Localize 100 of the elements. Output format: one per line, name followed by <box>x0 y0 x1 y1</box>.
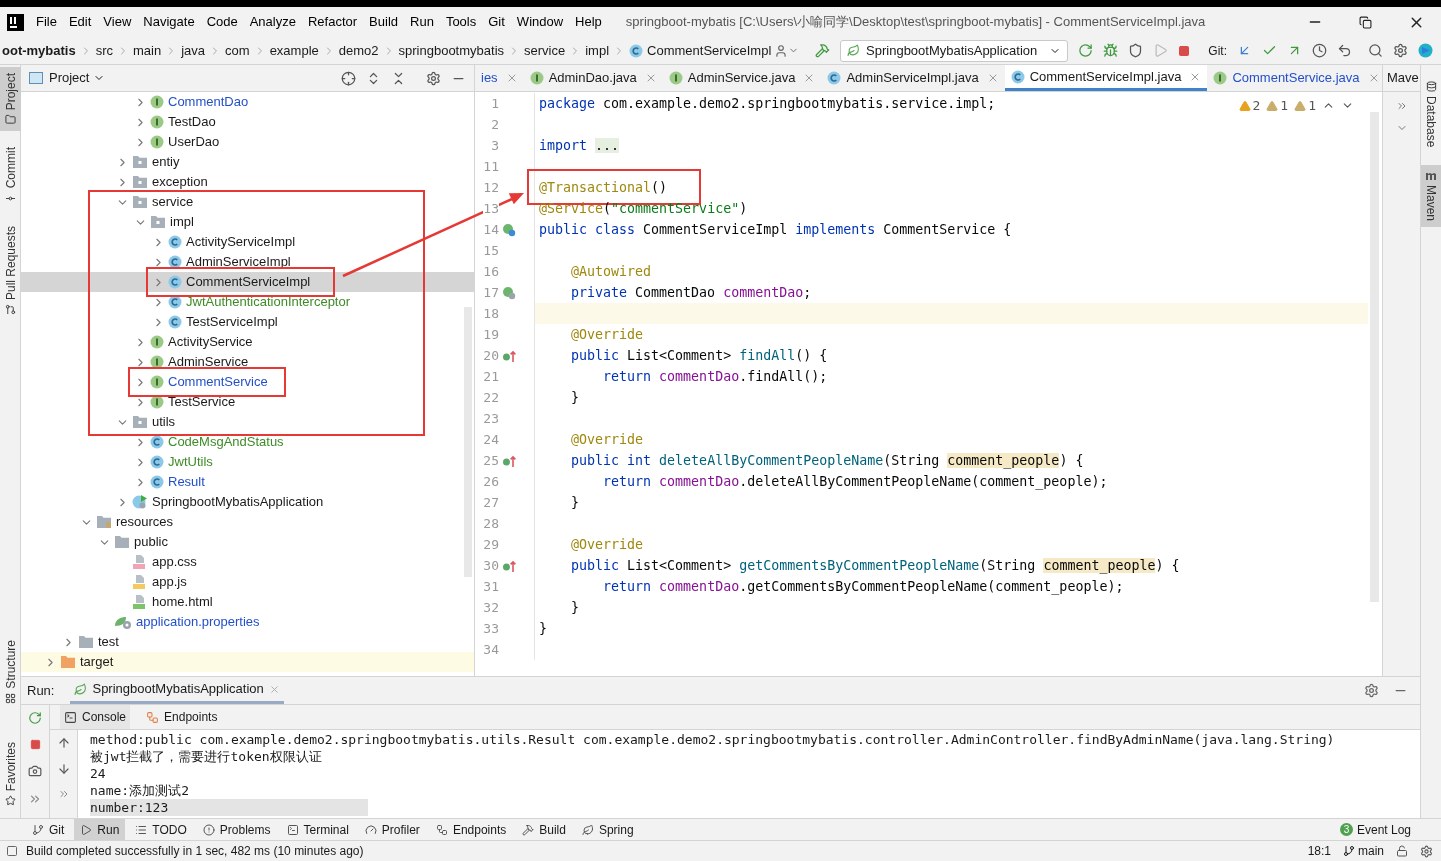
bug-icon[interactable] <box>1103 43 1119 58</box>
tree-item[interactable]: application.properties <box>21 612 474 632</box>
breadcrumb[interactable]: impl <box>583 40 612 61</box>
tool-tab[interactable]: Run <box>74 819 126 840</box>
panel-title[interactable]: Project <box>49 68 106 88</box>
editor-tab[interactable]: CommentServiceImpl.java <box>1004 65 1208 91</box>
breadcrumb[interactable]: com <box>223 40 252 61</box>
tree-item[interactable]: home.html <box>21 592 474 612</box>
console-tab[interactable]: Endpoints <box>142 705 222 729</box>
unlock-icon[interactable] <box>1396 845 1408 857</box>
menu-item[interactable]: Run <box>404 12 440 32</box>
editor-tab[interactable]: AdminServiceImpl.java <box>821 65 1005 91</box>
caret-position[interactable]: 18:1 <box>1307 842 1331 860</box>
tree-item[interactable]: AdminService <box>21 352 474 372</box>
branch-widget[interactable]: main <box>1343 842 1384 860</box>
tool-tab[interactable]: Git <box>26 819 71 840</box>
settings-icon[interactable] <box>1364 683 1379 698</box>
editor-tab[interactable]: AdminService.java <box>662 65 822 91</box>
tree-item[interactable]: CodeMsgAndStatus <box>21 432 474 452</box>
search-icon[interactable] <box>1368 43 1383 58</box>
menu-item[interactable]: File <box>30 12 63 32</box>
tree-item[interactable]: public <box>21 532 474 552</box>
menu-item[interactable]: Code <box>200 12 244 32</box>
tree-item[interactable]: UserDao <box>21 132 474 152</box>
tree-item[interactable]: SpringbootMybatisApplication <box>21 492 474 512</box>
tool-tab[interactable]: Build <box>516 819 572 840</box>
breadcrumb[interactable]: springbootmybatis <box>396 40 506 61</box>
breadcrumb[interactable]: java <box>179 40 208 61</box>
menu-item[interactable]: Build <box>363 12 404 32</box>
shield-icon[interactable] <box>1128 43 1144 58</box>
inspection-count[interactable]: 2 <box>1238 96 1261 116</box>
more-icon[interactable] <box>28 792 42 806</box>
breadcrumb[interactable]: src <box>93 40 115 61</box>
tool-window-button[interactable]: Commit <box>0 141 21 210</box>
override-icon[interactable] <box>502 348 516 363</box>
tree-item[interactable]: AdminServiceImpl <box>21 252 474 272</box>
inspection-count[interactable]: 1 <box>1266 96 1289 116</box>
breadcrumb[interactable]: oot-mybatis <box>0 40 78 61</box>
menu-item[interactable]: Help <box>569 12 608 32</box>
breadcrumb[interactable]: service <box>522 40 568 61</box>
settings-icon[interactable] <box>1393 43 1408 58</box>
tree-item[interactable]: Result <box>21 472 474 492</box>
locate-icon[interactable] <box>341 70 356 86</box>
tool-window-button[interactable]: Database <box>1421 75 1441 154</box>
settings-icon[interactable] <box>426 70 441 86</box>
run-configuration-dropdown[interactable]: SpringbootMybatisApplication <box>840 39 1069 62</box>
event-log-button[interactable]: 3 Event Log <box>1339 819 1441 840</box>
tree-item[interactable]: exception <box>21 172 474 192</box>
menu-item[interactable]: Git <box>482 12 511 32</box>
editor-tab[interactable]: CommentService.java <box>1207 65 1386 91</box>
restore-icon[interactable] <box>1359 15 1372 29</box>
tool-window-button[interactable]: Maven <box>1421 165 1441 228</box>
tree-item[interactable]: resources <box>21 512 474 532</box>
tree-item[interactable]: CommentServiceImpl <box>21 272 474 292</box>
hammer-icon[interactable] <box>815 43 831 58</box>
menu-item[interactable]: Edit <box>62 12 98 32</box>
tree-item[interactable]: CommentDao <box>21 92 474 112</box>
tree-item[interactable]: test <box>21 632 474 652</box>
tool-tab[interactable]: Problems <box>196 819 277 840</box>
stop-icon[interactable] <box>1178 44 1191 57</box>
tree-item[interactable]: TestDao <box>21 112 474 132</box>
tree-item[interactable]: impl <box>21 212 474 232</box>
rerun-icon[interactable] <box>1078 43 1094 58</box>
tool-window-button[interactable]: Pull Requests <box>0 219 21 321</box>
tool-tab[interactable]: Terminal <box>280 819 355 840</box>
override-icon[interactable] <box>502 558 516 573</box>
tree-item[interactable]: TestService <box>21 392 474 412</box>
arrow-up-icon[interactable] <box>56 736 71 750</box>
tree-item[interactable]: entiy <box>21 152 474 172</box>
tool-window-button[interactable]: Structure <box>0 635 21 708</box>
editor-tab[interactable]: AdminDao.java <box>523 65 663 91</box>
more-icon[interactable] <box>57 788 70 800</box>
breadcrumb[interactable]: main <box>131 40 164 61</box>
tree-item[interactable]: ActivityService <box>21 332 474 352</box>
menu-item[interactable]: View <box>97 12 138 32</box>
menu-item[interactable]: Analyze <box>243 12 302 32</box>
tree-item[interactable]: CommentService <box>21 372 474 392</box>
tree-item[interactable]: app.css <box>21 552 474 572</box>
console-tab[interactable]: Console <box>60 705 131 729</box>
menu-item[interactable]: Tools <box>439 12 483 32</box>
tree-item[interactable]: target <box>21 652 474 672</box>
menu-item[interactable]: Window <box>510 12 570 32</box>
tool-tab[interactable]: Profiler <box>358 819 426 840</box>
tool-tab[interactable]: Endpoints <box>429 819 513 840</box>
tree-item[interactable]: utils <box>21 412 474 432</box>
stop-icon[interactable] <box>29 739 41 750</box>
tool-window-button[interactable]: Project <box>0 67 21 132</box>
rerun-icon[interactable] <box>28 711 42 725</box>
undo-icon[interactable] <box>1337 43 1352 58</box>
settings-icon[interactable] <box>1420 844 1433 858</box>
tool-tab[interactable]: Spring <box>575 819 640 840</box>
tree-item[interactable]: JwtAuthenticationInterceptor <box>21 292 474 312</box>
tree-item[interactable]: service <box>21 192 474 212</box>
camera-icon[interactable] <box>28 764 42 778</box>
panel-toggle-icon[interactable] <box>6 845 18 857</box>
editor-tab[interactable]: ies <box>475 65 524 91</box>
breadcrumb[interactable]: CommentServiceImpl <box>627 40 774 61</box>
account-menu[interactable] <box>774 43 800 58</box>
chevrons-icon[interactable] <box>1395 100 1408 112</box>
tree-item[interactable]: TestServiceImpl <box>21 312 474 332</box>
